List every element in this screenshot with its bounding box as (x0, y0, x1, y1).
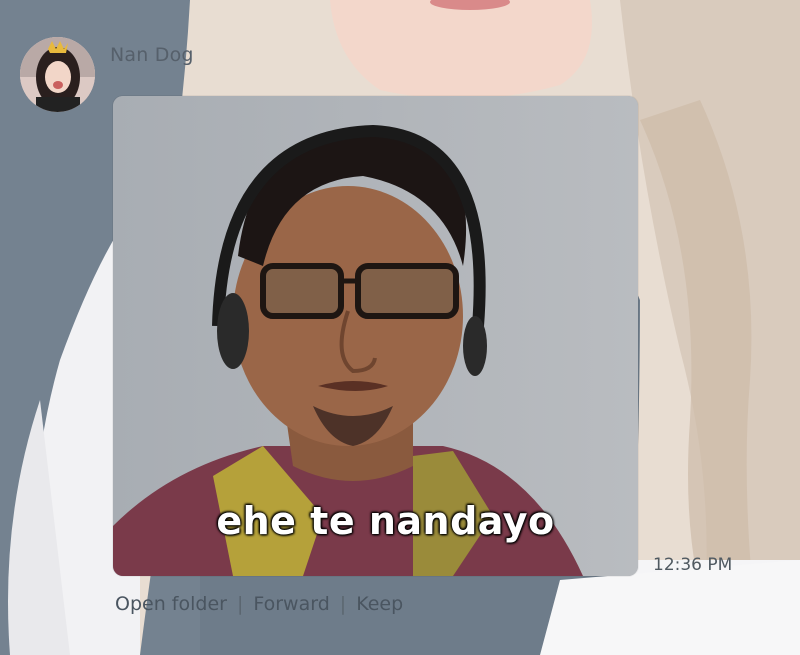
sender-name: Nan Dog (110, 44, 194, 66)
meme-caption-text: ehe te nandayo (216, 499, 555, 543)
image-message-bubble[interactable]: ehe te nandayo (113, 96, 638, 576)
action-separator: | (236, 593, 244, 615)
keep-link[interactable]: Keep (356, 593, 403, 615)
image-actions-bar: Open folder | Forward | Keep (115, 593, 403, 615)
forward-link[interactable]: Forward (253, 593, 329, 615)
open-folder-link[interactable]: Open folder (115, 593, 227, 615)
sender-avatar[interactable] (20, 37, 95, 112)
action-separator: | (339, 593, 347, 615)
avatar-image (20, 37, 95, 112)
message-timestamp: 12:36 PM (653, 555, 733, 575)
